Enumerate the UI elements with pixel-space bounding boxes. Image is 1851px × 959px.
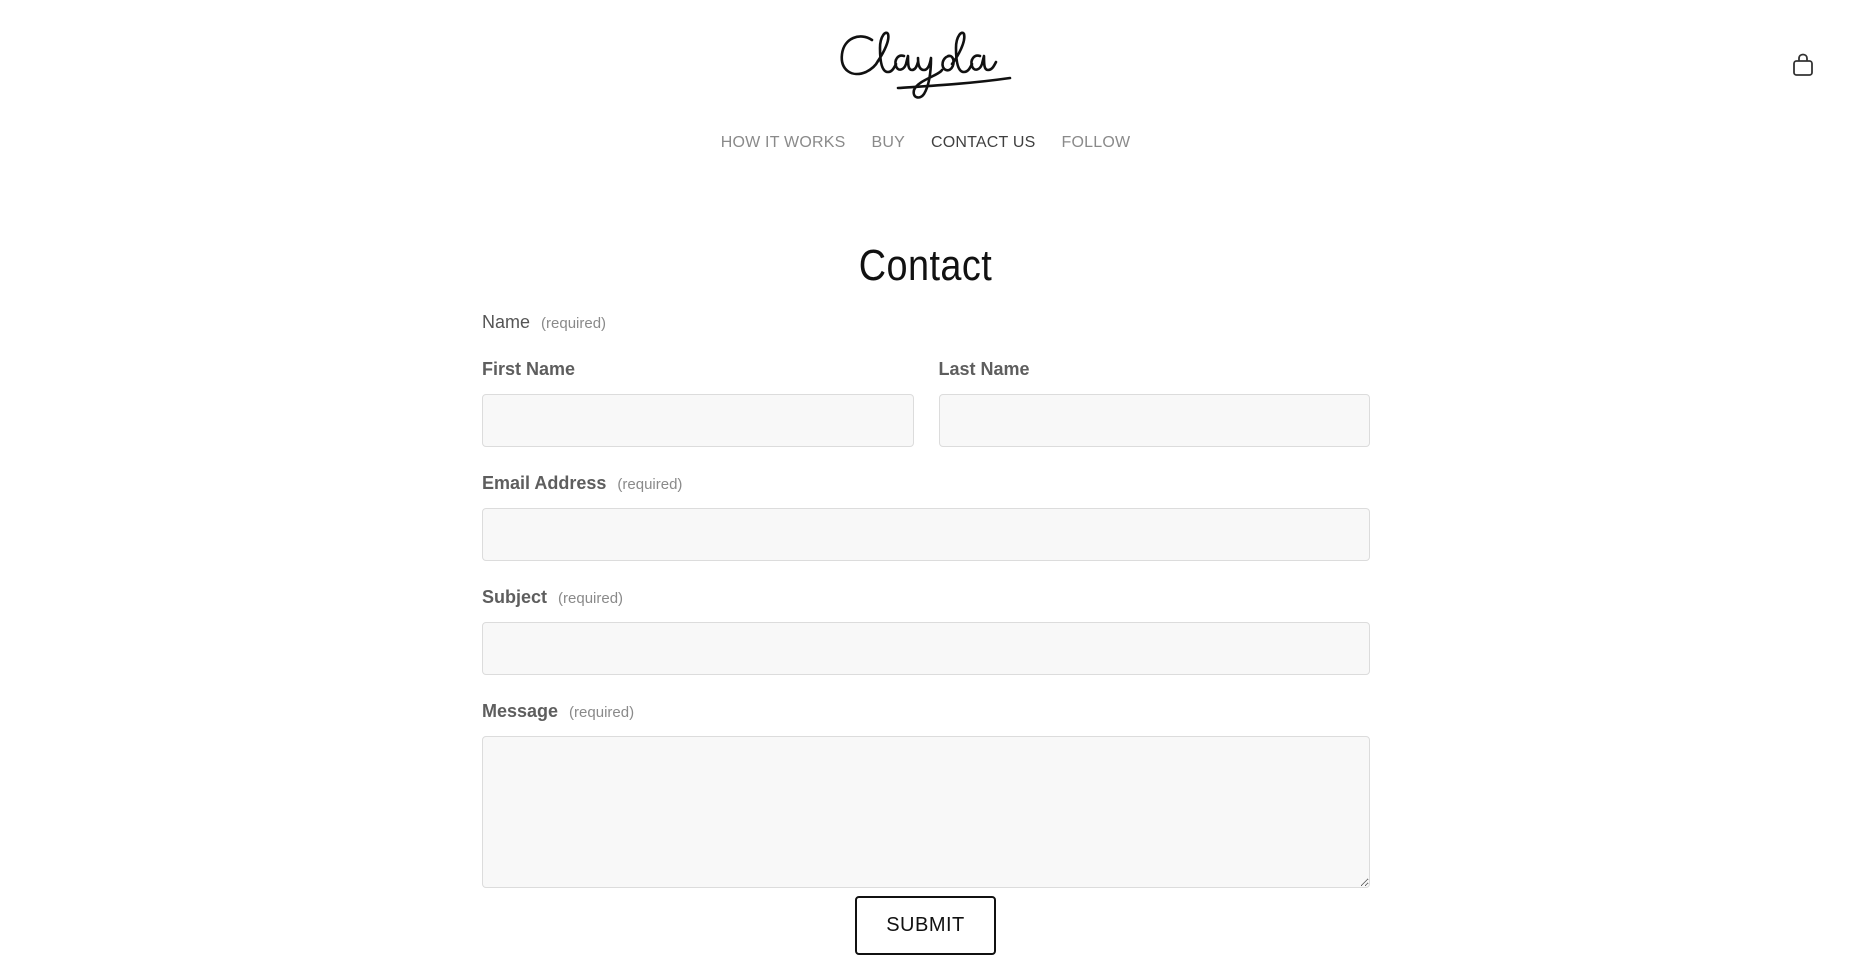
contact-page: HOW IT WORKS BUY CONTACT US FOLLOW Conta… <box>0 0 1851 959</box>
first-name-label: First Name <box>482 359 914 385</box>
clayola-logo[interactable] <box>838 28 1018 110</box>
first-name-group: First Name <box>482 359 914 447</box>
subject-label-text: Subject <box>482 587 548 607</box>
message-label-text: Message <box>482 701 559 721</box>
subject-label: Subject (required) <box>482 587 1370 613</box>
message-textarea[interactable] <box>482 736 1370 888</box>
message-required-note: (required) <box>569 704 635 721</box>
subject-required-note: (required) <box>558 590 624 607</box>
name-required-note: (required) <box>541 315 607 332</box>
name-legend: Name (required) <box>482 312 1370 338</box>
subject-group: Subject (required) <box>482 587 1370 675</box>
message-label: Message (required) <box>482 701 1370 727</box>
message-group: Message (required) <box>482 701 1370 888</box>
last-name-label: Last Name <box>939 359 1371 385</box>
name-label: Name <box>482 312 531 332</box>
shopping-bag-icon[interactable] <box>1790 52 1816 78</box>
submit-wrap: SUBMIT <box>855 896 996 955</box>
page-title: Contact <box>858 241 993 291</box>
nav-item-how-it-works[interactable]: HOW IT WORKS <box>721 134 846 152</box>
email-label: Email Address (required) <box>482 473 1370 499</box>
last-name-field[interactable] <box>938 394 1370 447</box>
contact-form: Name (required) First Name Last Name Ema… <box>482 312 1370 888</box>
nav-item-contact-us[interactable]: CONTACT US <box>931 134 1036 152</box>
main-nav: HOW IT WORKS BUY CONTACT US FOLLOW <box>0 134 1851 152</box>
email-group: Email Address (required) <box>482 473 1370 561</box>
name-fields-row: First Name Last Name <box>482 359 1370 447</box>
last-name-label-text: Last Name <box>938 359 1030 379</box>
nav-item-follow[interactable]: FOLLOW <box>1062 134 1131 152</box>
subject-field[interactable] <box>482 622 1370 675</box>
nav-item-buy[interactable]: BUY <box>871 134 905 152</box>
email-field[interactable] <box>482 508 1370 561</box>
submit-button[interactable]: SUBMIT <box>855 896 996 955</box>
first-name-label-text: First Name <box>482 359 576 379</box>
first-name-field[interactable] <box>482 394 914 447</box>
last-name-group: Last Name <box>938 359 1371 447</box>
email-required-note: (required) <box>617 476 683 493</box>
email-label-text: Email Address <box>482 473 607 493</box>
